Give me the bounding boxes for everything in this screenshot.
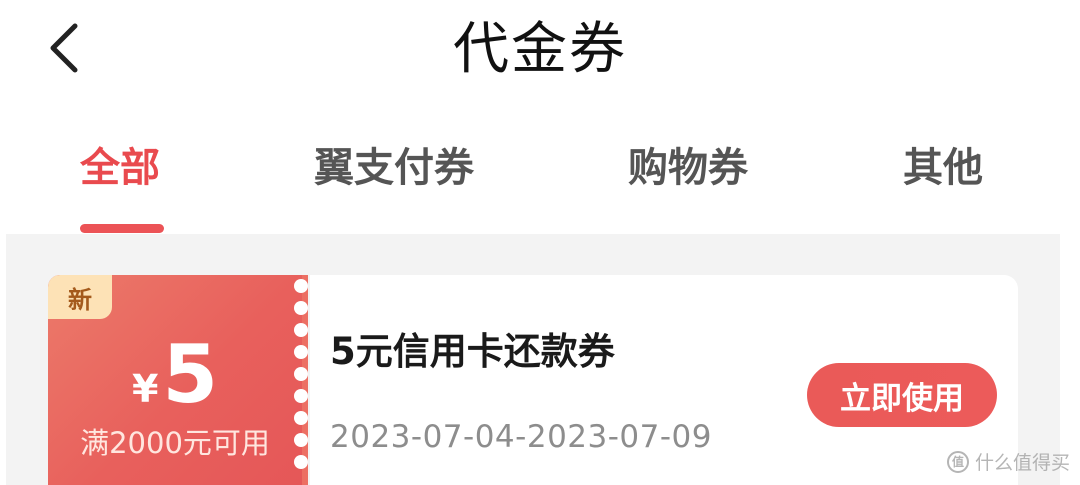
currency-symbol: ¥ [131,367,159,411]
coupon-card[interactable]: 新 ¥5 满2000元可用 5元信用卡还款券 2023-07-04-2023-0… [48,275,1018,485]
watermark-text: 什么值得买 [974,452,1070,474]
coupon-amount-row: ¥5 [48,327,302,423]
coupon-condition: 满2000元可用 [80,426,270,460]
page-title: 代金券 [453,17,627,82]
tab-bestpay-coupons[interactable]: 翼支付券 [314,140,474,196]
header: 代金券 [0,0,1080,110]
new-badge: 新 [48,275,112,319]
coupon-name: 5元信用卡还款券 [330,330,615,373]
tab-other[interactable]: 其他 [903,140,983,196]
watermark: 值 什么值得买 [946,448,1070,475]
tab-shopping-coupons[interactable]: 购物券 [628,140,748,196]
coupon-value-panel: 新 ¥5 满2000元可用 [48,275,302,485]
coupon-amount: 5 [162,328,219,421]
perforated-edge [294,275,308,485]
smzdm-logo-icon: 值 [946,450,969,473]
coupon-info-panel: 5元信用卡还款券 2023-07-04-2023-07-09 立即使用 [310,275,1018,485]
use-now-button[interactable]: 立即使用 [807,363,997,427]
tab-all[interactable]: 全部 [80,140,160,196]
tab-bar: 全部 翼支付券 购物券 其他 [0,130,1080,234]
coupon-validity-dates: 2023-07-04-2023-07-09 [330,419,713,455]
active-tab-indicator [80,224,164,233]
